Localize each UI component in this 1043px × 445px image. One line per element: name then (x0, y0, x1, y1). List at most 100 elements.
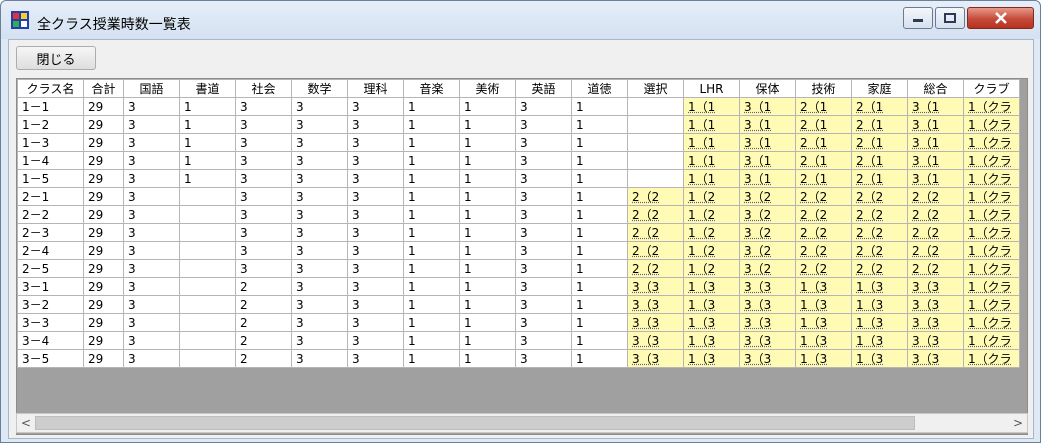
table-row[interactable]: 2－3 29 3 3 3 3 1 1 3 1 2（2 1（2 3（2 2（2 2（2 2（2 1（クラ (17, 223, 1020, 242)
table-cell[interactable]: 1（クラ (963, 295, 1020, 314)
table-cell[interactable]: 1 (571, 97, 628, 116)
table-row[interactable]: 1－2 29 3 1 3 3 3 1 1 3 1 1（1 3（1 2（1 2（1 3（1 1（クラ (17, 115, 1020, 134)
table-cell[interactable]: 1 (459, 349, 516, 368)
table-cell[interactable] (179, 295, 236, 314)
column-header[interactable]: 数学 (291, 79, 348, 98)
table-cell[interactable]: 1（3 (683, 277, 740, 296)
table-row[interactable]: 2－1 29 3 3 3 3 1 1 3 1 2（2 1（2 3（2 2（2 2（2 2（2 1（クラ (17, 187, 1020, 206)
maximize-button[interactable] (935, 7, 965, 29)
table-cell[interactable]: 1 (459, 295, 516, 314)
column-header[interactable]: 英語 (515, 79, 572, 98)
table-cell[interactable]: 3 (347, 223, 404, 242)
table-cell[interactable]: 3（1 (907, 169, 964, 188)
table-cell[interactable]: 3 (123, 295, 180, 314)
table-cell[interactable]: 3 (235, 97, 292, 116)
table-cell[interactable]: 3 (291, 115, 348, 134)
table-cell[interactable]: 1 (403, 169, 460, 188)
table-row[interactable]: 3－4 29 3 2 3 3 1 1 3 1 3（3 1（3 3（3 1（3 1（3 3（3 1（クラ (17, 331, 1020, 350)
table-cell[interactable]: 1 (179, 133, 236, 152)
table-cell[interactable] (179, 349, 236, 368)
table-cell[interactable]: 1 (179, 169, 236, 188)
table-cell[interactable]: 1 (571, 115, 628, 134)
table-cell[interactable]: 3 (291, 133, 348, 152)
table-cell[interactable]: 3（2 (739, 187, 796, 206)
table-cell[interactable]: 3 (515, 223, 572, 242)
table-cell[interactable]: 3 (515, 151, 572, 170)
row-header-class[interactable]: 1－1 (17, 97, 84, 116)
table-cell[interactable]: 1 (459, 241, 516, 260)
table-cell[interactable]: 3 (291, 295, 348, 314)
table-cell[interactable]: 1（1 (683, 151, 740, 170)
row-header-class[interactable]: 2－5 (17, 259, 84, 278)
table-cell[interactable]: 3 (515, 277, 572, 296)
column-header[interactable]: 保体 (739, 79, 796, 98)
table-cell[interactable]: 1（クラ (963, 151, 1020, 170)
table-cell[interactable]: 3 (347, 331, 404, 350)
table-cell[interactable]: 2（1 (795, 151, 852, 170)
table-cell[interactable]: 29 (83, 313, 124, 332)
table-cell[interactable]: 3 (515, 313, 572, 332)
table-cell[interactable]: 3（1 (739, 115, 796, 134)
table-cell[interactable]: 3 (123, 331, 180, 350)
column-header[interactable]: 道徳 (571, 79, 628, 98)
table-cell[interactable]: 1 (179, 115, 236, 134)
table-cell[interactable]: 3 (515, 133, 572, 152)
horizontal-scrollbar[interactable]: < > (16, 413, 1028, 433)
table-cell[interactable]: 2（2 (907, 241, 964, 260)
table-cell[interactable]: 1（2 (683, 223, 740, 242)
table-row[interactable]: 1－1 29 3 1 3 3 3 1 1 3 1 1（1 3（1 2（1 2（1 3（1 1（クラ (17, 97, 1020, 116)
table-cell[interactable]: 2（1 (851, 97, 908, 116)
table-cell[interactable]: 1 (403, 331, 460, 350)
table-cell[interactable]: 29 (83, 277, 124, 296)
table-cell[interactable]: 1 (571, 133, 628, 152)
table-cell[interactable]: 1（3 (683, 295, 740, 314)
table-cell[interactable] (179, 313, 236, 332)
table-cell[interactable]: 2（1 (795, 115, 852, 134)
table-cell[interactable]: 1 (459, 133, 516, 152)
row-header-class[interactable]: 3－4 (17, 331, 84, 350)
table-cell[interactable] (627, 151, 684, 170)
table-cell[interactable]: 2 (235, 331, 292, 350)
table-row[interactable]: 3－1 29 3 2 3 3 1 1 3 1 3（3 1（3 3（3 1（3 1（3 3（3 1（クラ (17, 277, 1020, 296)
table-cell[interactable]: 1（3 (851, 331, 908, 350)
table-cell[interactable]: 1 (571, 223, 628, 242)
table-row[interactable]: 1－4 29 3 1 3 3 3 1 1 3 1 1（1 3（1 2（1 2（1 3（1 1（クラ (17, 151, 1020, 170)
table-cell[interactable]: 3（2 (739, 241, 796, 260)
table-cell[interactable]: 2（2 (851, 223, 908, 242)
table-cell[interactable]: 1 (403, 115, 460, 134)
table-cell[interactable] (179, 331, 236, 350)
table-cell[interactable]: 1 (459, 277, 516, 296)
column-header[interactable]: 美術 (459, 79, 516, 98)
table-cell[interactable]: 2（1 (851, 169, 908, 188)
table-cell[interactable]: 3（3 (739, 349, 796, 368)
table-cell[interactable]: 3 (123, 187, 180, 206)
table-cell[interactable]: 3 (515, 115, 572, 134)
table-cell[interactable]: 3 (123, 313, 180, 332)
title-bar[interactable]: 全クラス授業時数一覧表 (1, 1, 1040, 39)
table-cell[interactable]: 3 (347, 259, 404, 278)
minimize-button[interactable] (903, 7, 933, 29)
table-cell[interactable]: 2（2 (795, 259, 852, 278)
table-cell[interactable]: 1 (571, 277, 628, 296)
column-header[interactable]: クラス名 (17, 79, 84, 98)
row-header-class[interactable]: 1－4 (17, 151, 84, 170)
table-cell[interactable]: 1（3 (851, 295, 908, 314)
table-cell[interactable]: 1 (459, 259, 516, 278)
table-cell[interactable]: 2（2 (627, 205, 684, 224)
table-cell[interactable]: 3（2 (739, 205, 796, 224)
column-header[interactable]: 社会 (235, 79, 292, 98)
table-cell[interactable]: 29 (83, 169, 124, 188)
table-cell[interactable]: 2（2 (795, 187, 852, 206)
table-cell[interactable]: 3 (291, 97, 348, 116)
table-cell[interactable]: 29 (83, 223, 124, 242)
table-cell[interactable]: 29 (83, 241, 124, 260)
table-cell[interactable]: 29 (83, 187, 124, 206)
row-header-class[interactable]: 2－4 (17, 241, 84, 260)
table-cell[interactable]: 2（2 (795, 223, 852, 242)
table-cell[interactable]: 1（3 (683, 313, 740, 332)
table-cell[interactable]: 1（クラ (963, 241, 1020, 260)
table-cell[interactable]: 3 (123, 133, 180, 152)
table-cell[interactable]: 1 (459, 151, 516, 170)
table-row[interactable]: 1－3 29 3 1 3 3 3 1 1 3 1 1（1 3（1 2（1 2（1 3（1 1（クラ (17, 133, 1020, 152)
table-cell[interactable]: 1 (403, 259, 460, 278)
